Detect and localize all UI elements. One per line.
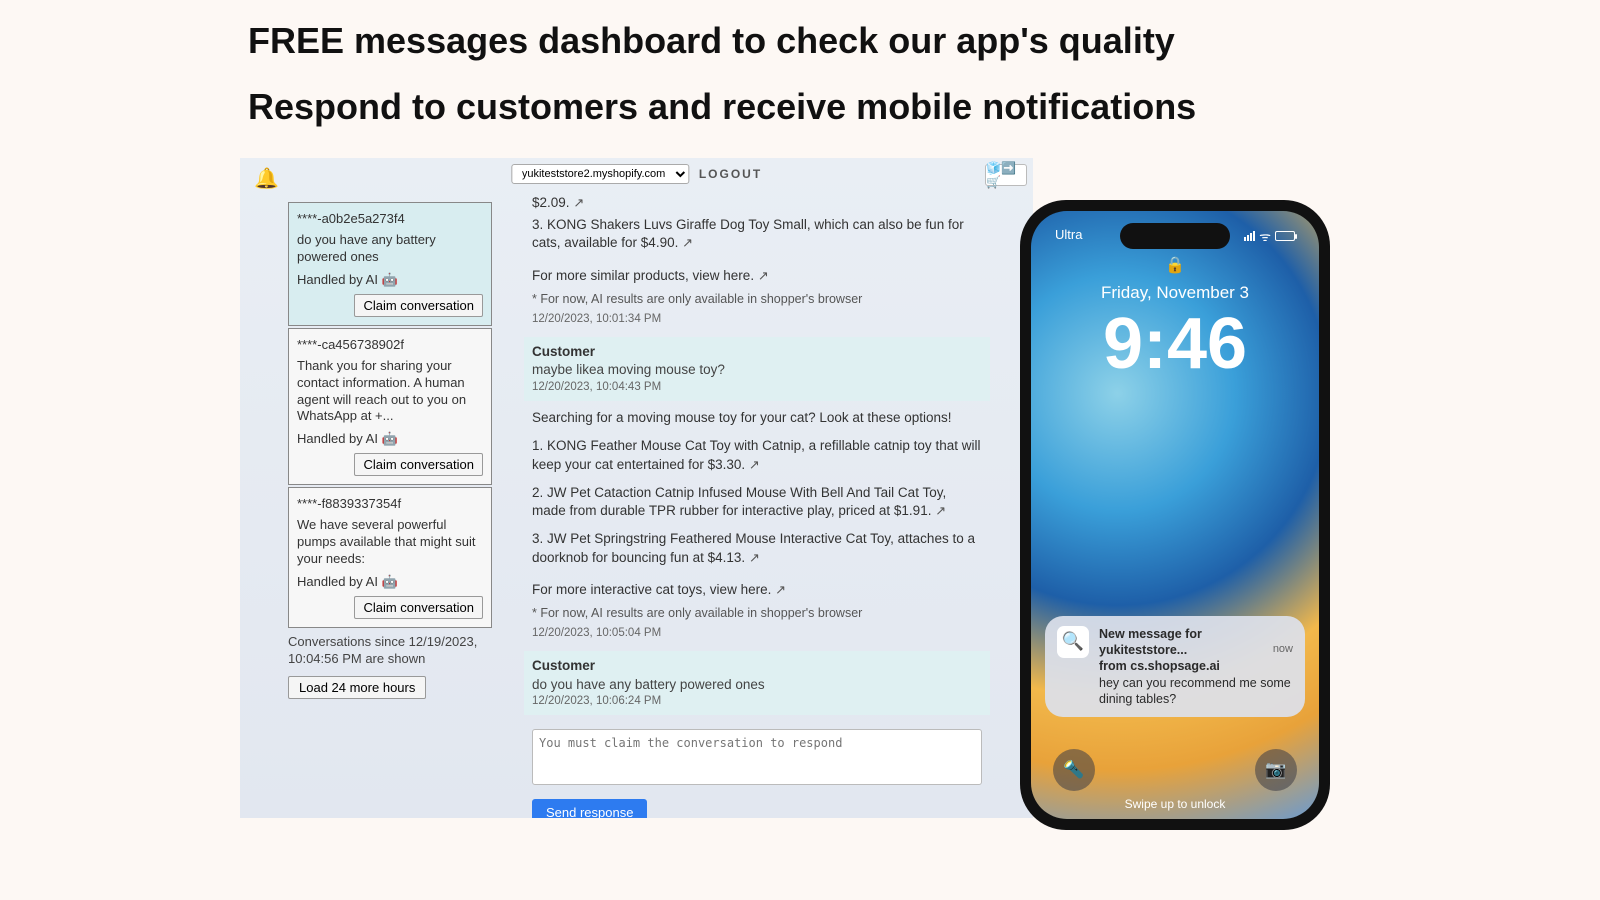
conversation-id: ****-a0b2e5a273f4 [297,211,483,226]
headline-1: FREE messages dashboard to check our app… [248,20,1175,62]
customer-message: Customer maybe likea moving mouse toy? 1… [524,337,990,401]
timestamp: 12/20/2023, 10:05:04 PM [532,626,982,642]
notification-from: from cs.shopsage.ai [1099,658,1293,674]
timestamp: 12/20/2023, 10:06:24 PM [532,694,982,710]
external-link-icon[interactable]: ↗ [573,195,584,210]
battery-icon [1275,231,1295,241]
wifi-icon: ᯤ [1259,227,1271,245]
signal-icon [1244,231,1255,241]
notification-title: New message for yukiteststore... [1099,627,1202,657]
camera-button[interactable]: 📷 [1255,749,1297,791]
conversations-since-text: Conversations since 12/19/2023, 10:04:56… [288,630,492,672]
reply-input[interactable] [532,729,982,785]
flashlight-button[interactable]: 🔦 [1053,749,1095,791]
lockscreen-date: Friday, November 3 [1031,283,1319,303]
conversation-id: ****-f8839337354f [297,496,483,511]
conversation-snippet: do you have any battery powered ones [297,232,483,266]
ai-note: * For now, AI results are only available… [532,605,982,622]
notification-app-icon: 🔍 [1057,626,1089,658]
load-more-button[interactable]: Load 24 more hours [288,676,426,699]
handled-badge: Handled by AI 🤖 [297,431,483,447]
conversation-id: ****-ca456738902f [297,337,483,352]
customer-label: Customer [532,657,982,675]
notification-card[interactable]: 🔍 New message for yukiteststore... now fr… [1045,616,1305,717]
external-link-icon[interactable]: ↗ [758,268,769,283]
dashboard-topbar: 🔔 yukiteststore2.myshopify.com LOGOUT 🧊➡… [240,158,1033,192]
more-link[interactable]: For more similar products, view here. [532,268,754,283]
customer-text: do you have any battery powered ones [532,676,982,694]
claim-conversation-button[interactable]: Claim conversation [354,294,483,317]
conversation-card[interactable]: ****-f8839337354f We have several powerf… [288,487,492,628]
status-icons: ᯤ [1244,227,1295,245]
notification-body: New message for yukiteststore... now from… [1099,626,1293,707]
more-link[interactable]: For more interactive cat toys, view here… [532,582,771,597]
cart-toggle-icon[interactable]: 🧊➡️🛒 [985,164,1027,186]
external-link-icon[interactable]: ↗ [775,582,786,597]
notification-time: now [1273,642,1293,656]
external-link-icon[interactable]: ↗ [749,550,760,565]
external-link-icon[interactable]: ↗ [935,503,946,518]
claim-conversation-button[interactable]: Claim conversation [354,596,483,619]
dashboard-window: 🔔 yukiteststore2.myshopify.com LOGOUT 🧊➡… [240,158,1033,818]
external-link-icon[interactable]: ↗ [749,457,760,472]
timestamp: 12/20/2023, 10:01:34 PM [532,312,982,328]
conversation-snippet: Thank you for sharing your contact infor… [297,358,483,426]
send-response-button[interactable]: Send response [532,799,647,818]
bell-icon[interactable]: 🔔 [254,166,279,191]
notification-text: hey can you recommend me some dining tab… [1099,675,1293,708]
conversation-card[interactable]: ****-ca456738902f Thank you for sharing … [288,328,492,486]
conversation-snippet: We have several powerful pumps available… [297,517,483,568]
phone-frame: Ultra ᯤ 🔒 Friday, November 3 9:46 🔍 New … [1020,200,1330,830]
ai-note: * For now, AI results are only available… [532,291,982,308]
customer-message: Customer do you have any battery powered… [524,651,990,715]
customer-text: maybe likea moving mouse toy? [532,361,982,379]
item-text: 3. KONG Shakers Luvs Giraffe Dog Toy Sma… [532,217,964,250]
phone-notch [1120,223,1230,249]
store-selector-group: yukiteststore2.myshopify.com LOGOUT [511,164,762,184]
price-text: $2.09. [532,195,570,210]
option-text: 2. JW Pet Cataction Catnip Infused Mouse… [532,485,946,518]
swipe-hint: Swipe up to unlock [1031,797,1319,811]
phone-screen: Ultra ᯤ 🔒 Friday, November 3 9:46 🔍 New … [1031,211,1319,819]
customer-label: Customer [532,343,982,361]
handled-badge: Handled by AI 🤖 [297,574,483,590]
lock-icon: 🔒 [1165,255,1185,275]
conversation-card[interactable]: ****-a0b2e5a273f4 do you have any batter… [288,202,492,326]
lockscreen-time: 9:46 [1031,303,1319,385]
store-select[interactable]: yukiteststore2.myshopify.com [511,164,689,184]
conversations-sidebar: ****-a0b2e5a273f4 do you have any batter… [288,202,492,699]
claim-conversation-button[interactable]: Claim conversation [354,453,483,476]
external-link-icon[interactable]: ↗ [682,235,693,250]
handled-badge: Handled by AI 🤖 [297,272,483,288]
carrier-text: Ultra [1055,227,1082,245]
headline-2: Respond to customers and receive mobile … [248,86,1196,128]
logout-link[interactable]: LOGOUT [699,167,762,181]
ai-response-intro: Searching for a moving mouse toy for you… [532,409,982,427]
conversation-thread: $2.09. ↗ 3. KONG Shakers Luvs Giraffe Do… [532,194,982,818]
timestamp: 12/20/2023, 10:04:43 PM [532,380,982,396]
